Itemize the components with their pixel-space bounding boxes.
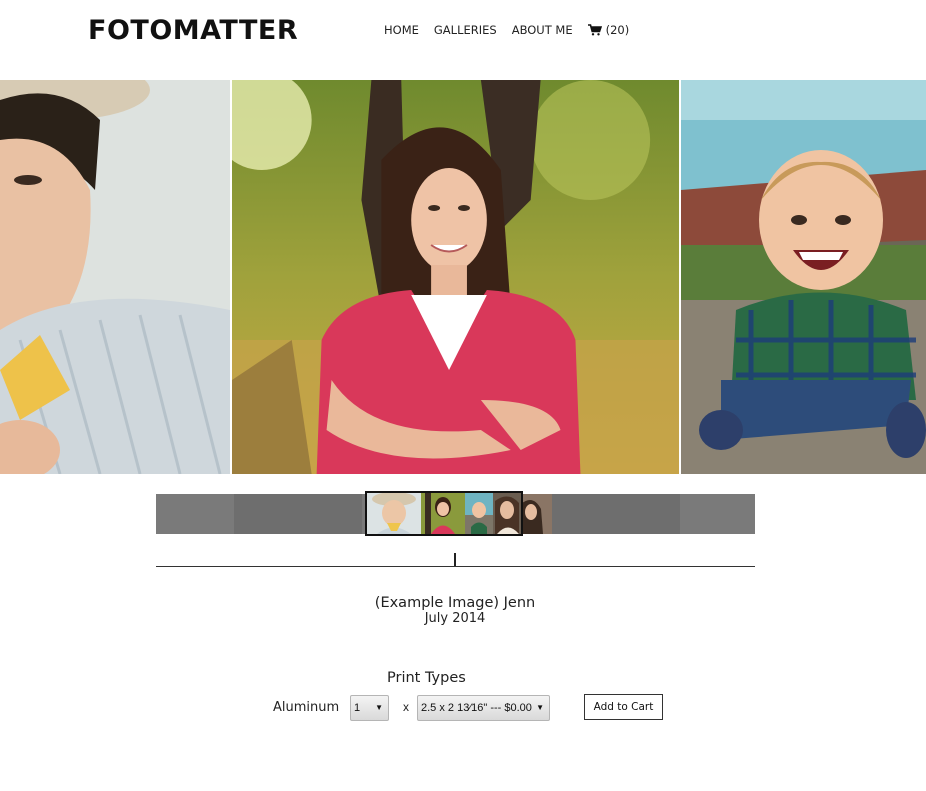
thumb-placeholder[interactable] — [234, 494, 362, 534]
main-nav: HOME GALLERIES ABOUT ME (20) — [384, 23, 644, 37]
thumbnail-jenn[interactable] — [421, 493, 465, 534]
size-select[interactable]: 2.5 x 2 13⁄16" --- $0.00 ▼ — [417, 695, 550, 721]
print-types-heading: Print Types — [387, 670, 466, 686]
times-symbol: x — [403, 700, 409, 714]
thumbnail-laughing-boy[interactable] — [465, 493, 493, 534]
thumbnail-next[interactable] — [521, 494, 552, 534]
nav-galleries[interactable]: GALLERIES — [434, 23, 497, 37]
size-value: 2.5 x 2 13⁄16" --- $0.00 — [421, 702, 532, 714]
jenn-portrait-image — [232, 80, 679, 474]
thumbnail-boy-hat[interactable] — [367, 493, 421, 534]
laughing-boy-image — [681, 80, 926, 474]
nav-about[interactable]: ABOUT ME — [512, 23, 573, 37]
thumbnail-next-image — [521, 494, 552, 534]
site-header: FOTOMATTER HOME GALLERIES ABOUT ME (20) — [0, 0, 926, 80]
image-slider — [0, 80, 926, 474]
thumbnail-scrollbar-track[interactable] — [156, 566, 755, 567]
thumbnail-scrollbar-handle[interactable] — [454, 553, 456, 566]
add-to-cart-button[interactable]: Add to Cart — [584, 694, 663, 720]
nav-home[interactable]: HOME — [384, 23, 419, 37]
dropdown-arrow-icon: ▼ — [536, 703, 544, 712]
slide-current-photo[interactable] — [231, 80, 680, 474]
image-title: (Example Image) Jenn — [374, 595, 536, 611]
slide-previous-photo[interactable] — [0, 80, 230, 474]
quantity-value: 1 — [354, 702, 361, 714]
thumbnail-portrait[interactable] — [493, 493, 523, 534]
quantity-select[interactable]: 1 ▼ — [350, 695, 389, 721]
thumb-placeholder[interactable] — [552, 494, 680, 534]
cart-count: (20) — [605, 23, 630, 37]
selected-thumbnails — [365, 491, 523, 536]
cart-icon — [587, 24, 602, 36]
boy-portrait-image — [0, 80, 230, 474]
dropdown-arrow-icon: ▼ — [375, 703, 383, 712]
site-logo[interactable]: FOTOMATTER — [88, 15, 298, 46]
print-type-label: Aluminum — [273, 700, 340, 715]
slide-next-photo[interactable] — [681, 80, 926, 474]
image-date: July 2014 — [424, 611, 486, 626]
nav-cart[interactable]: (20) — [587, 23, 630, 37]
